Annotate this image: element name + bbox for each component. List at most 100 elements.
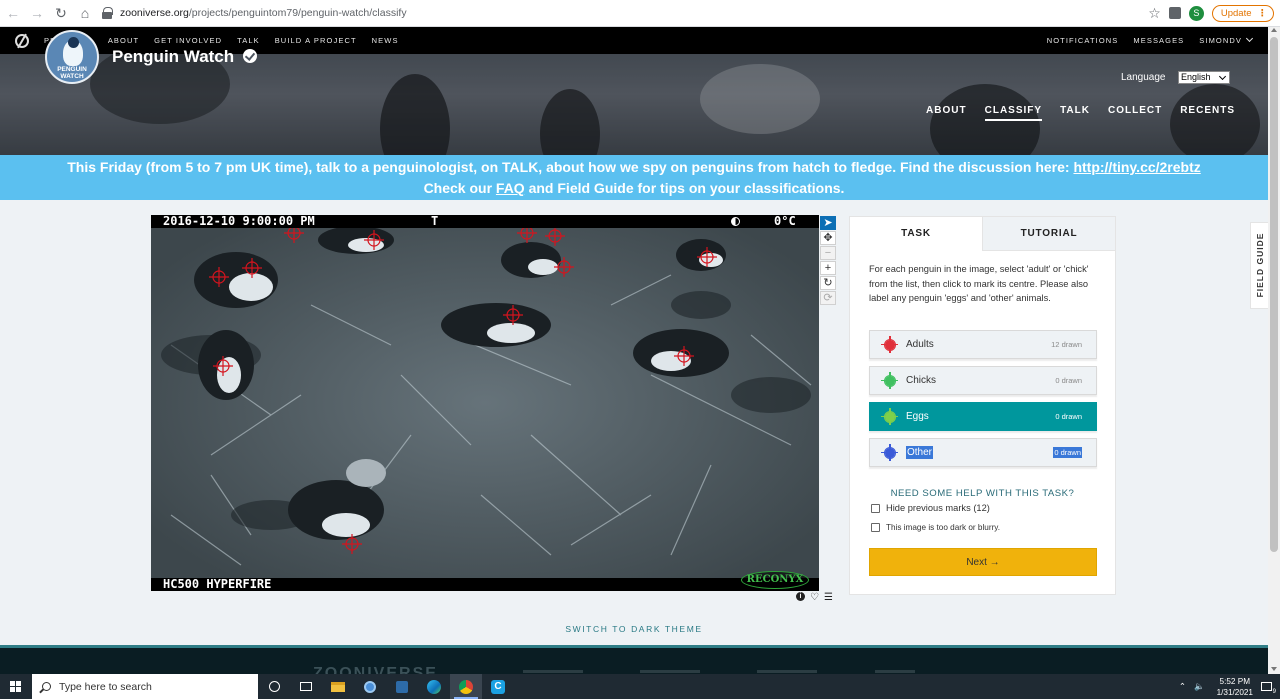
subject-image[interactable]: 2016-12-10 9:00:00 PM T 0°C HC500 HYPERF… bbox=[151, 215, 819, 591]
notification-count: 9 bbox=[1272, 689, 1276, 695]
choice-chicks[interactable]: Chicks 0 drawn bbox=[869, 366, 1097, 395]
subject-photo bbox=[151, 215, 819, 591]
project-nav-classify[interactable]: CLASSIFY bbox=[984, 105, 1043, 121]
too-dark-checkbox-row[interactable]: This image is too dark or blurry. bbox=[871, 523, 1000, 532]
site-footer: ZOONIVERSE bbox=[0, 645, 1268, 674]
nav-get-involved[interactable]: GET INVOLVED bbox=[154, 36, 222, 45]
footer-logo[interactable]: ZOONIVERSE bbox=[313, 665, 438, 674]
announcement-text: This Friday (from 5 to 7 pm UK time), ta… bbox=[67, 159, 1074, 175]
project-nav: ABOUT CLASSIFY TALK COLLECT RECENTS bbox=[926, 105, 1235, 121]
camera-temperature: 0°C bbox=[774, 215, 796, 228]
choice-eggs[interactable]: Eggs 0 drawn bbox=[869, 402, 1097, 431]
zoom-in-icon[interactable]: + bbox=[820, 261, 836, 275]
taskbar-search[interactable]: Type here to search bbox=[32, 674, 258, 699]
nav-user-menu[interactable]: SIMONDV bbox=[1199, 34, 1254, 45]
back-icon[interactable]: ← bbox=[2, 2, 24, 24]
reload-icon[interactable]: ↻ bbox=[50, 2, 72, 24]
chrome-browser-icon[interactable] bbox=[450, 674, 482, 699]
edge-browser-icon[interactable] bbox=[418, 674, 450, 699]
language-label: Language bbox=[1121, 72, 1166, 83]
profile-avatar[interactable]: S bbox=[1188, 5, 1204, 21]
favorite-heart-icon[interactable]: ♡ bbox=[810, 592, 819, 603]
volume-icon[interactable]: 🔈 bbox=[1194, 681, 1205, 692]
hide-marks-checkbox-row[interactable]: Hide previous marks (12) bbox=[871, 503, 990, 513]
project-nav-talk[interactable]: TALK bbox=[1060, 105, 1090, 121]
tab-task[interactable]: TASK bbox=[850, 217, 982, 251]
field-guide-tab[interactable]: FIELD GUIDE bbox=[1250, 222, 1268, 309]
forward-icon[interactable]: → bbox=[26, 2, 48, 24]
pointer-icon[interactable]: ➤ bbox=[820, 216, 836, 230]
collections-list-icon[interactable]: ☰ bbox=[824, 592, 833, 603]
nav-build-project[interactable]: BUILD A PROJECT bbox=[275, 36, 357, 45]
avatar-text-watch: WATCH bbox=[60, 73, 84, 80]
task-view-icon[interactable] bbox=[290, 674, 322, 699]
move-icon[interactable]: ✥ bbox=[820, 231, 836, 245]
notification-center-icon[interactable]: 9 bbox=[1261, 682, 1276, 695]
zooniverse-logo-icon[interactable] bbox=[15, 33, 29, 48]
app-c-icon[interactable]: C bbox=[482, 674, 514, 699]
camera-model: HC500 HYPERFIRE bbox=[163, 577, 272, 591]
next-button[interactable]: Next → bbox=[869, 548, 1097, 576]
cortana-icon[interactable] bbox=[258, 674, 290, 699]
update-button[interactable]: Update ⋮ bbox=[1211, 4, 1274, 22]
tray-chevron-icon[interactable]: ⌃ bbox=[1179, 681, 1186, 692]
scroll-thumb[interactable] bbox=[1270, 37, 1278, 552]
nav-news[interactable]: NEWS bbox=[372, 36, 399, 45]
announcement-text-2a: Check our bbox=[423, 180, 496, 196]
faq-link[interactable]: FAQ bbox=[496, 180, 525, 196]
update-label: Update bbox=[1220, 7, 1252, 19]
app-python-icon[interactable] bbox=[386, 674, 418, 699]
choice-count: 0 drawn bbox=[1055, 376, 1082, 385]
project-title[interactable]: Penguin Watch bbox=[112, 47, 234, 67]
project-nav-recents[interactable]: RECENTS bbox=[1180, 105, 1235, 121]
announcement-link[interactable]: http://tiny.cc/2rebtz bbox=[1073, 159, 1200, 175]
choice-label: Chicks bbox=[906, 375, 937, 386]
windows-taskbar: Type here to search C ⌃ 🔈 5:52 PM 1/31/2… bbox=[0, 674, 1280, 699]
reset-icon[interactable]: ⟳ bbox=[820, 291, 836, 305]
camera-brand-logo: RECONYX bbox=[741, 571, 809, 589]
announcement-banner: This Friday (from 5 to 7 pm UK time), ta… bbox=[0, 155, 1268, 200]
project-nav-about[interactable]: ABOUT bbox=[926, 105, 967, 121]
choice-count: 0 drawn bbox=[1053, 447, 1082, 458]
crosshair-icon bbox=[881, 443, 898, 461]
field-guide-label: FIELD GUIDE bbox=[1255, 232, 1265, 298]
extensions-icon[interactable] bbox=[1168, 7, 1181, 19]
scroll-up-icon[interactable] bbox=[1271, 28, 1277, 32]
moon-phase-icon bbox=[731, 217, 740, 226]
address-bar[interactable]: zooniverse.org/projects/penguintom79/pen… bbox=[102, 2, 1148, 24]
info-icon[interactable]: i bbox=[796, 592, 805, 601]
too-dark-checkbox[interactable] bbox=[871, 523, 880, 532]
page-scrollbar[interactable] bbox=[1268, 27, 1280, 674]
crosshair-icon bbox=[881, 335, 898, 353]
taskbar-clock[interactable]: 5:52 PM 1/31/2021 bbox=[1217, 676, 1253, 698]
choice-other[interactable]: Other 0 drawn bbox=[869, 438, 1097, 467]
project-avatar[interactable]: PENGUIN WATCH bbox=[45, 30, 99, 84]
home-icon[interactable]: ⌂ bbox=[74, 2, 96, 24]
choice-adults[interactable]: Adults 12 drawn bbox=[869, 330, 1097, 359]
app-globe-icon[interactable] bbox=[354, 674, 386, 699]
tab-tutorial[interactable]: TUTORIAL bbox=[982, 217, 1115, 251]
task-help-link[interactable]: NEED SOME HELP WITH THIS TASK? bbox=[850, 488, 1115, 499]
windows-start-icon[interactable] bbox=[0, 674, 30, 699]
clock-time: 5:52 PM bbox=[1219, 676, 1251, 686]
image-toolbar: ➤ ✥ − + ↻ ⟳ bbox=[820, 216, 836, 305]
crosshair-icon bbox=[881, 407, 898, 425]
nav-talk[interactable]: TALK bbox=[237, 36, 260, 45]
hide-marks-checkbox[interactable] bbox=[871, 503, 880, 513]
language-select[interactable]: English bbox=[1178, 71, 1230, 84]
hide-marks-label: Hide previous marks (12) bbox=[886, 503, 990, 513]
nav-messages[interactable]: MESSAGES bbox=[1133, 36, 1184, 45]
nav-notifications[interactable]: NOTIFICATIONS bbox=[1047, 36, 1119, 45]
nav-about[interactable]: ABOUT bbox=[108, 36, 139, 45]
bookmark-star-icon[interactable]: ☆ bbox=[1148, 5, 1161, 22]
task-panel: TASK TUTORIAL For each penguin in the im… bbox=[849, 216, 1116, 595]
username: SIMONDV bbox=[1199, 36, 1242, 45]
camera-t-marker: T bbox=[431, 215, 439, 228]
zoom-out-icon[interactable]: − bbox=[820, 246, 836, 260]
menu-dots-icon: ⋮ bbox=[1257, 7, 1268, 19]
scroll-down-icon[interactable] bbox=[1271, 667, 1277, 671]
project-nav-collect[interactable]: COLLECT bbox=[1108, 105, 1162, 121]
file-explorer-icon[interactable] bbox=[322, 674, 354, 699]
rotate-icon[interactable]: ↻ bbox=[820, 276, 836, 290]
switch-dark-theme-link[interactable]: SWITCH TO DARK THEME bbox=[0, 624, 1268, 634]
